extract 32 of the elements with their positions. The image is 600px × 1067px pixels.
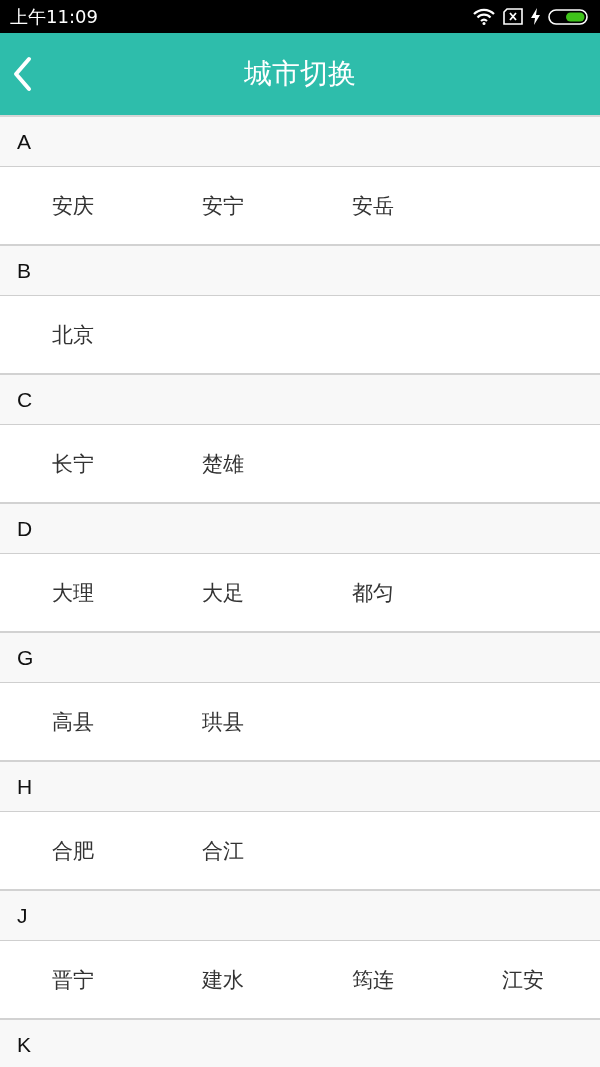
no-sim-icon [503,8,523,25]
city-item[interactable]: 江安 [502,965,544,994]
page-title: 城市切换 [244,57,356,91]
section-letter: H [17,774,33,799]
section-letter: B [17,258,31,283]
status-time: 上午11:09 [10,7,98,26]
charging-icon [531,8,540,25]
battery-icon [548,8,588,25]
city-item[interactable]: 大足 [202,578,244,607]
city-item[interactable]: 楚雄 [202,449,244,478]
section-letter: J [17,903,28,928]
city-item[interactable]: 都匀 [352,578,394,607]
city-item[interactable]: 合肥 [52,836,94,865]
city-item[interactable]: 晋宁 [52,965,94,994]
city-item[interactable]: 合江 [202,836,244,865]
section-letter: A [17,129,31,154]
city-item[interactable]: 建水 [202,965,244,994]
back-icon [12,56,32,92]
wifi-icon [473,8,495,25]
section-letter: D [17,516,33,541]
section-letter: G [17,645,34,670]
city-item[interactable]: 长宁 [52,449,94,478]
section-letter: C [17,387,33,412]
city-item[interactable]: 筠连 [352,965,394,994]
city-item[interactable]: 大理 [52,578,94,607]
city-item[interactable]: 安宁 [202,191,244,220]
city-item[interactable]: 安庆 [52,191,94,220]
city-item[interactable]: 高县 [52,707,94,736]
city-item[interactable]: 安岳 [352,191,394,220]
city-item[interactable]: 北京 [52,320,94,349]
city-item[interactable]: 珙县 [202,707,244,736]
section-letter: K [17,1032,31,1057]
